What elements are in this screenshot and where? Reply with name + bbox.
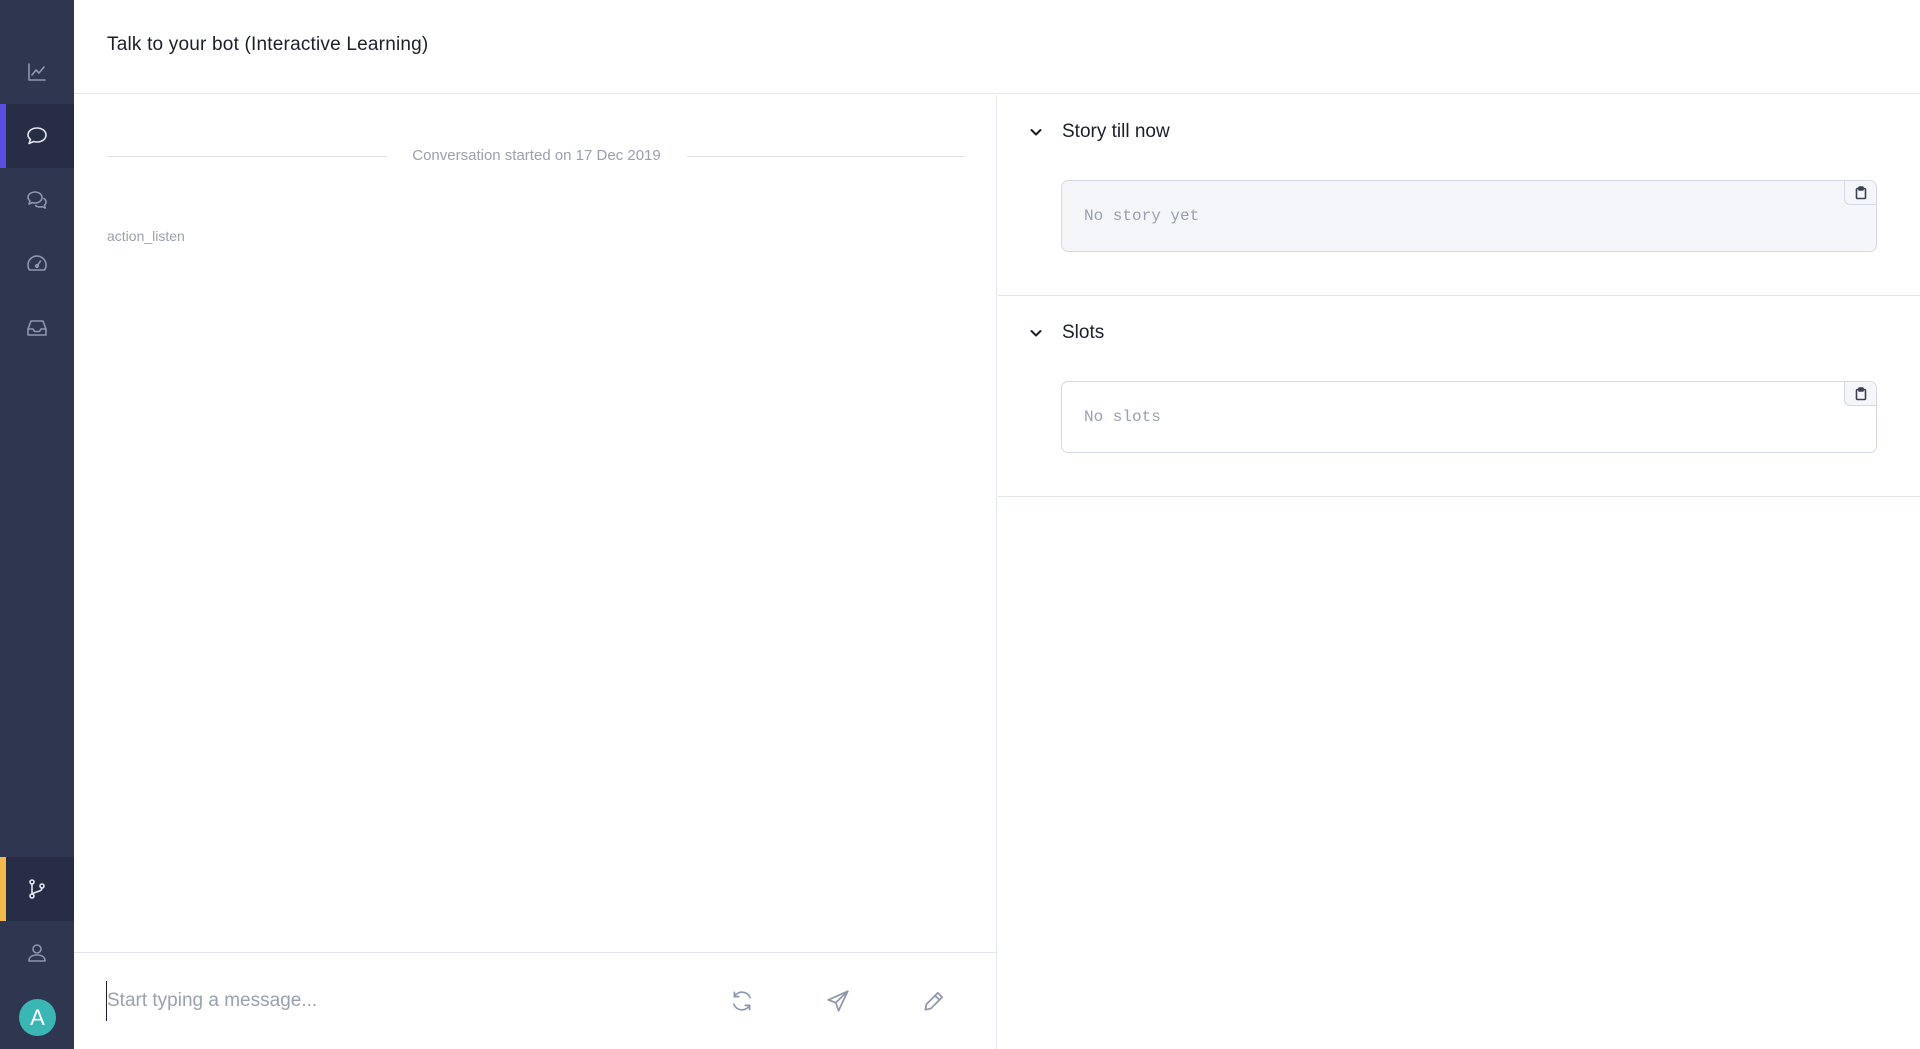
copy-slots-button[interactable] xyxy=(1844,382,1876,406)
active-indicator xyxy=(0,857,6,921)
user-icon xyxy=(28,944,46,962)
slots-content: No slots xyxy=(1084,408,1161,426)
active-indicator xyxy=(0,104,6,168)
story-section-toggle[interactable]: Story till now xyxy=(1028,121,1170,143)
avatar[interactable]: A xyxy=(19,999,56,1036)
sidebar-item-conversations[interactable] xyxy=(0,168,74,232)
restart-conversation-button[interactable] xyxy=(724,983,760,1019)
message-input[interactable] xyxy=(106,981,686,1021)
conversations-icon xyxy=(27,191,47,209)
git-branch-icon xyxy=(29,879,45,899)
chart-icon xyxy=(28,63,46,81)
send-icon xyxy=(827,990,849,1012)
divider-line xyxy=(107,156,386,157)
copy-story-button[interactable] xyxy=(1844,181,1876,205)
story-section-title: Story till now xyxy=(1062,121,1170,142)
clipboard-icon xyxy=(1855,386,1866,400)
slots-section-toggle[interactable]: Slots xyxy=(1028,322,1104,344)
slots-section: Slots No slots xyxy=(998,296,1920,497)
clipboard-icon xyxy=(1855,185,1866,199)
action-listen-label: action_listen xyxy=(107,228,185,244)
refresh-icon xyxy=(733,991,751,1011)
story-content: No story yet xyxy=(1084,207,1200,225)
conversation-start-label: Conversation started on 17 Dec 2019 xyxy=(412,147,661,164)
sidebar-item-git[interactable] xyxy=(0,857,74,921)
sidebar: A xyxy=(0,0,74,1049)
divider-line xyxy=(687,156,965,157)
sidebar-item-talk-to-bot[interactable] xyxy=(0,104,74,168)
inbox-icon xyxy=(27,320,47,336)
pen-icon xyxy=(924,992,943,1011)
chevron-down-icon xyxy=(1030,129,1042,136)
chat-panel: Conversation started on 17 Dec 2019 acti… xyxy=(74,95,997,1049)
sidebar-item-inbox[interactable] xyxy=(0,296,74,360)
slots-section-title: Slots xyxy=(1062,322,1105,343)
chat-bubble-icon xyxy=(27,127,47,145)
story-section: Story till now No story yet xyxy=(998,95,1920,296)
sidebar-item-user[interactable] xyxy=(0,921,74,985)
dashboard-gauge-icon xyxy=(27,255,47,271)
page-title: Talk to your bot (Interactive Learning) xyxy=(107,34,429,55)
story-code-box: No story yet xyxy=(1061,180,1877,252)
story-panel: Story till now No story yet Slots No slo… xyxy=(998,95,1920,1049)
chevron-down-icon xyxy=(1030,330,1042,337)
slots-code-box: No slots xyxy=(1061,381,1877,453)
correct-message-button[interactable] xyxy=(916,983,952,1019)
send-message-button[interactable] xyxy=(820,983,856,1019)
page-header: Talk to your bot (Interactive Learning) xyxy=(74,0,1920,94)
sidebar-item-insights[interactable] xyxy=(0,40,74,104)
sidebar-item-models[interactable] xyxy=(0,232,74,296)
message-composer xyxy=(74,952,996,1049)
